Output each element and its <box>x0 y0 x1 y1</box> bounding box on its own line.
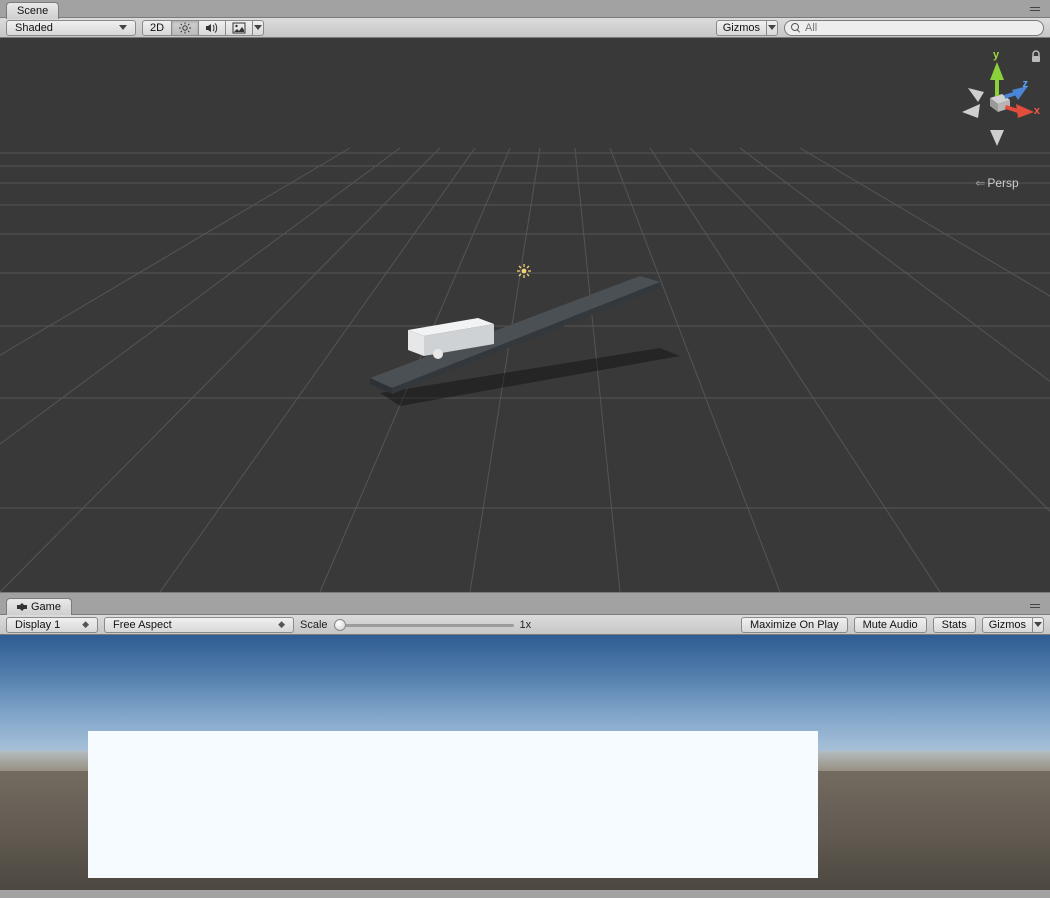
scale-slider[interactable] <box>334 618 514 632</box>
scale-label: Scale <box>300 619 328 631</box>
gizmos-dropdown-button[interactable] <box>766 20 778 36</box>
speaker-icon <box>205 22 219 34</box>
game-tabbar: Game <box>0 597 1050 615</box>
chevron-down-icon <box>1034 622 1042 627</box>
toggle-audio-button[interactable] <box>198 20 226 36</box>
light-gizmo-icon[interactable] <box>517 264 531 278</box>
mute-label: Mute Audio <box>863 619 918 631</box>
scene-context-menu-icon[interactable] <box>1030 4 1042 12</box>
scale-value: 1x <box>520 619 532 631</box>
sun-icon <box>178 22 192 34</box>
toggle-2d-button[interactable]: 2D <box>142 20 172 36</box>
game-gizmos-group: Gizmos <box>982 617 1044 633</box>
toggle-lighting-button[interactable] <box>171 20 199 36</box>
axis-z-label: z <box>1023 78 1029 90</box>
scene-panel: Scene Shaded 2D <box>0 0 1050 592</box>
scene-viewport[interactable]: y z x ⇐Persp <box>0 38 1050 592</box>
chevron-down-icon <box>768 25 776 30</box>
stats-label: Stats <box>942 619 967 631</box>
axis-y-label: y <box>993 49 999 61</box>
gizmos-label: Gizmos <box>723 22 760 34</box>
chevron-down-icon <box>119 25 127 30</box>
game-toolbar: Display 1 ◆ Free Aspect ◆ Scale 1x Maxim… <box>0 615 1050 635</box>
aspect-dropdown[interactable]: Free Aspect ◆ <box>104 617 294 633</box>
scale-slider-thumb[interactable] <box>334 619 346 631</box>
lock-icon[interactable] <box>1030 50 1042 64</box>
scene-tab[interactable]: Scene <box>6 2 59 19</box>
toggle-fx-button[interactable] <box>225 20 253 36</box>
axis-x-label: x <box>1034 105 1040 117</box>
game-tab[interactable]: Game <box>6 598 72 615</box>
game-gizmos-dropdown-button[interactable] <box>1032 617 1044 633</box>
display-label: Display 1 <box>15 619 60 631</box>
display-dropdown[interactable]: Display 1 ◆ <box>6 617 98 633</box>
scene-view-toggles: 2D <box>142 20 264 36</box>
scene-tabbar: Scene <box>0 0 1050 18</box>
scene-search[interactable] <box>784 20 1044 36</box>
stats-button[interactable]: Stats <box>933 617 976 633</box>
maximize-on-play-button[interactable]: Maximize On Play <box>741 617 848 633</box>
orientation-gizmo[interactable]: y z x ⇐Persp <box>952 50 1042 190</box>
maximize-label: Maximize On Play <box>750 619 839 631</box>
game-viewport[interactable] <box>0 635 1050 890</box>
toggle-2d-label: 2D <box>150 22 164 34</box>
game-foreground-object <box>88 731 818 878</box>
gizmos-button[interactable]: Gizmos <box>716 20 767 36</box>
game-tab-label: Game <box>31 601 61 613</box>
game-panel: Game Display 1 ◆ Free Aspect ◆ Scale 1x … <box>0 592 1050 890</box>
aspect-label: Free Aspect <box>113 619 172 631</box>
fx-dropdown-button[interactable] <box>252 20 264 36</box>
scene-toolbar: Shaded 2D <box>0 18 1050 38</box>
game-icon <box>17 602 27 612</box>
projection-label[interactable]: ⇐Persp <box>952 176 1042 190</box>
gizmos-group: Gizmos <box>716 20 778 36</box>
search-icon <box>791 23 801 33</box>
chevron-down-icon <box>254 25 262 30</box>
mute-audio-button[interactable]: Mute Audio <box>854 617 927 633</box>
game-gizmos-label: Gizmos <box>989 619 1026 631</box>
game-context-menu-icon[interactable] <box>1030 601 1042 609</box>
scene-tab-label: Scene <box>17 5 48 17</box>
scene-objects <box>0 38 1050 592</box>
game-gizmos-button[interactable]: Gizmos <box>982 617 1033 633</box>
shading-mode-dropdown[interactable]: Shaded <box>6 20 136 36</box>
shading-mode-label: Shaded <box>15 22 53 34</box>
scene-search-input[interactable] <box>805 22 1037 34</box>
picture-icon <box>232 22 246 34</box>
